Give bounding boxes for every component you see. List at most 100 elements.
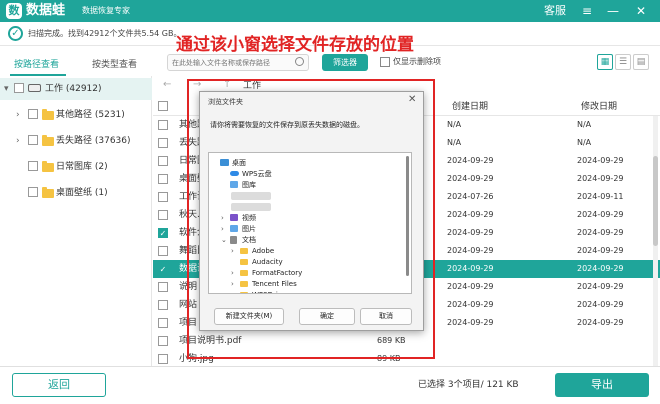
tree-checkbox[interactable] — [28, 135, 38, 145]
close-icon[interactable]: ✕ — [632, 2, 650, 20]
support-link[interactable]: 客服 — [544, 4, 566, 18]
menu-icon[interactable]: ≡ — [578, 2, 596, 20]
detail-view-icon[interactable]: ▤ — [633, 54, 649, 70]
row-checkbox[interactable] — [158, 300, 168, 310]
file-created-date: N/A — [447, 138, 462, 147]
row-checkbox[interactable] — [158, 138, 168, 148]
bottom-bar: 返回 已选择 3个项目/ 121 KB 导出 — [0, 366, 660, 404]
dialog-tree-label: 桌面 — [232, 159, 246, 167]
file-modified-date: N/A — [577, 120, 592, 129]
dialog-title: 浏览文件夹 — [208, 98, 243, 106]
app-logo-icon: 数 — [6, 3, 22, 19]
grid-view-icon[interactable]: ▦ — [597, 54, 613, 70]
tree-item-daily-gallery[interactable]: 日常图库 (2) — [0, 156, 152, 178]
row-checkbox[interactable]: ✓ — [158, 228, 168, 238]
tree-item-other-path[interactable]: › 其他路径 (5231) — [0, 104, 152, 126]
annotation-headline: 通过该小窗选择文件存放的位置 — [176, 35, 414, 55]
file-modified-date: 2024-09-29 — [577, 282, 624, 291]
expand-icon[interactable]: › — [231, 290, 234, 293]
tree-item-root[interactable]: ▾ 工作 (42912) — [0, 78, 152, 100]
folder-icon — [240, 281, 248, 287]
file-created-date: 2024-09-29 — [447, 300, 494, 309]
cancel-button[interactable]: 取消 — [360, 308, 412, 325]
folder-icon — [240, 270, 248, 276]
dialog-tree-label: 文档 — [242, 236, 256, 244]
folder-icon — [42, 161, 54, 172]
back-button[interactable]: 返回 — [12, 373, 106, 397]
minimize-icon[interactable]: — — [604, 2, 622, 20]
row-checkbox[interactable]: ✓ — [158, 264, 168, 274]
tab-by-path[interactable]: 按路径查看 — [14, 59, 59, 71]
collapse-icon[interactable]: ⌄ — [221, 235, 227, 245]
row-checkbox[interactable] — [158, 192, 168, 202]
folder-icon — [42, 135, 54, 146]
expand-icon[interactable]: › — [231, 246, 234, 256]
row-checkbox[interactable] — [158, 174, 168, 184]
dialog-close-icon[interactable]: ✕ — [408, 94, 416, 106]
dialog-message: 请你将需要恢复的文件保存到原丢失数据的磁盘。 — [210, 121, 364, 129]
desktop-icon — [220, 159, 229, 166]
expand-icon[interactable]: › — [231, 279, 234, 289]
expand-icon[interactable]: › — [231, 268, 234, 278]
filter-button[interactable]: 筛选器 — [322, 54, 368, 71]
show-deleted-label: 仅显示删除项 — [393, 57, 441, 66]
tree-item-lost-path[interactable]: › 丢失路径 (37636) — [0, 130, 152, 152]
ok-button[interactable]: 确定 — [299, 308, 355, 325]
tree-item-label: 丢失路径 (37636) — [56, 136, 131, 146]
picture-icon — [230, 181, 238, 188]
dialog-tree-item[interactable]: › WPSDrive — [209, 289, 409, 293]
file-created-date: 2024-09-29 — [447, 246, 494, 255]
tree-item-label: 其他路径 (5231) — [56, 110, 125, 120]
row-checkbox[interactable] — [158, 282, 168, 292]
search-box[interactable] — [167, 54, 309, 71]
file-created-date: 2024-09-29 — [447, 228, 494, 237]
row-checkbox[interactable] — [158, 336, 168, 346]
file-modified-date: 2024-09-29 — [577, 246, 624, 255]
collapse-icon[interactable]: ▾ — [4, 83, 9, 95]
select-all-checkbox[interactable] — [158, 101, 168, 111]
dialog-tree-label: Tencent Files — [252, 280, 297, 288]
file-modified-date: 2024-09-29 — [577, 228, 624, 237]
app-name: 数据蛙 — [26, 3, 66, 18]
dialog-tree-label: WPSDrive — [252, 290, 286, 293]
search-icon[interactable] — [295, 57, 304, 66]
row-checkbox[interactable] — [158, 246, 168, 256]
file-modified-date: 2024-09-29 — [577, 156, 624, 165]
app-subtitle: 数据恢复专家 — [82, 6, 130, 15]
column-modified[interactable]: 修改日期 — [581, 101, 617, 113]
expand-icon[interactable]: › — [16, 135, 20, 147]
back-arrow-icon[interactable]: ← — [163, 79, 171, 91]
dialog-scrollbar[interactable] — [406, 156, 409, 276]
tree-item-label: 桌面壁纸 (1) — [56, 188, 108, 198]
column-created[interactable]: 创建日期 — [452, 101, 488, 113]
list-view-icon[interactable]: ☰ — [615, 54, 631, 70]
row-checkbox[interactable] — [158, 210, 168, 220]
file-created-date: 2024-09-29 — [447, 156, 494, 165]
tab-by-type[interactable]: 按类型查看 — [92, 59, 137, 71]
dialog-tree-label: 图库 — [242, 181, 256, 189]
picture-icon — [230, 225, 238, 232]
tree-item-wallpaper[interactable]: 桌面壁纸 (1) — [0, 182, 152, 204]
export-button[interactable]: 导出 — [555, 373, 649, 397]
row-checkbox[interactable] — [158, 156, 168, 166]
folder-icon — [240, 259, 248, 265]
file-modified-date: 2024-09-29 — [577, 174, 624, 183]
tree-checkbox[interactable] — [14, 83, 24, 93]
show-deleted-checkbox[interactable] — [380, 57, 390, 67]
file-created-date: 2024-07-26 — [447, 192, 494, 201]
tree-checkbox[interactable] — [28, 187, 38, 197]
expand-icon[interactable]: › — [221, 224, 224, 234]
file-modified-date: 2024-09-11 — [577, 192, 624, 201]
row-checkbox[interactable] — [158, 318, 168, 328]
new-folder-button[interactable]: 新建文件夹(M) — [214, 308, 284, 325]
expand-icon[interactable]: › — [16, 109, 20, 121]
search-input[interactable] — [168, 55, 288, 70]
tree-checkbox[interactable] — [28, 109, 38, 119]
list-scrollbar-thumb[interactable] — [653, 156, 658, 246]
expand-icon[interactable]: › — [221, 213, 224, 223]
dialog-tree-label: 图片 — [242, 225, 256, 233]
folder-icon — [42, 187, 54, 198]
row-checkbox[interactable] — [158, 354, 168, 364]
tree-checkbox[interactable] — [28, 161, 38, 171]
row-checkbox[interactable] — [158, 120, 168, 130]
